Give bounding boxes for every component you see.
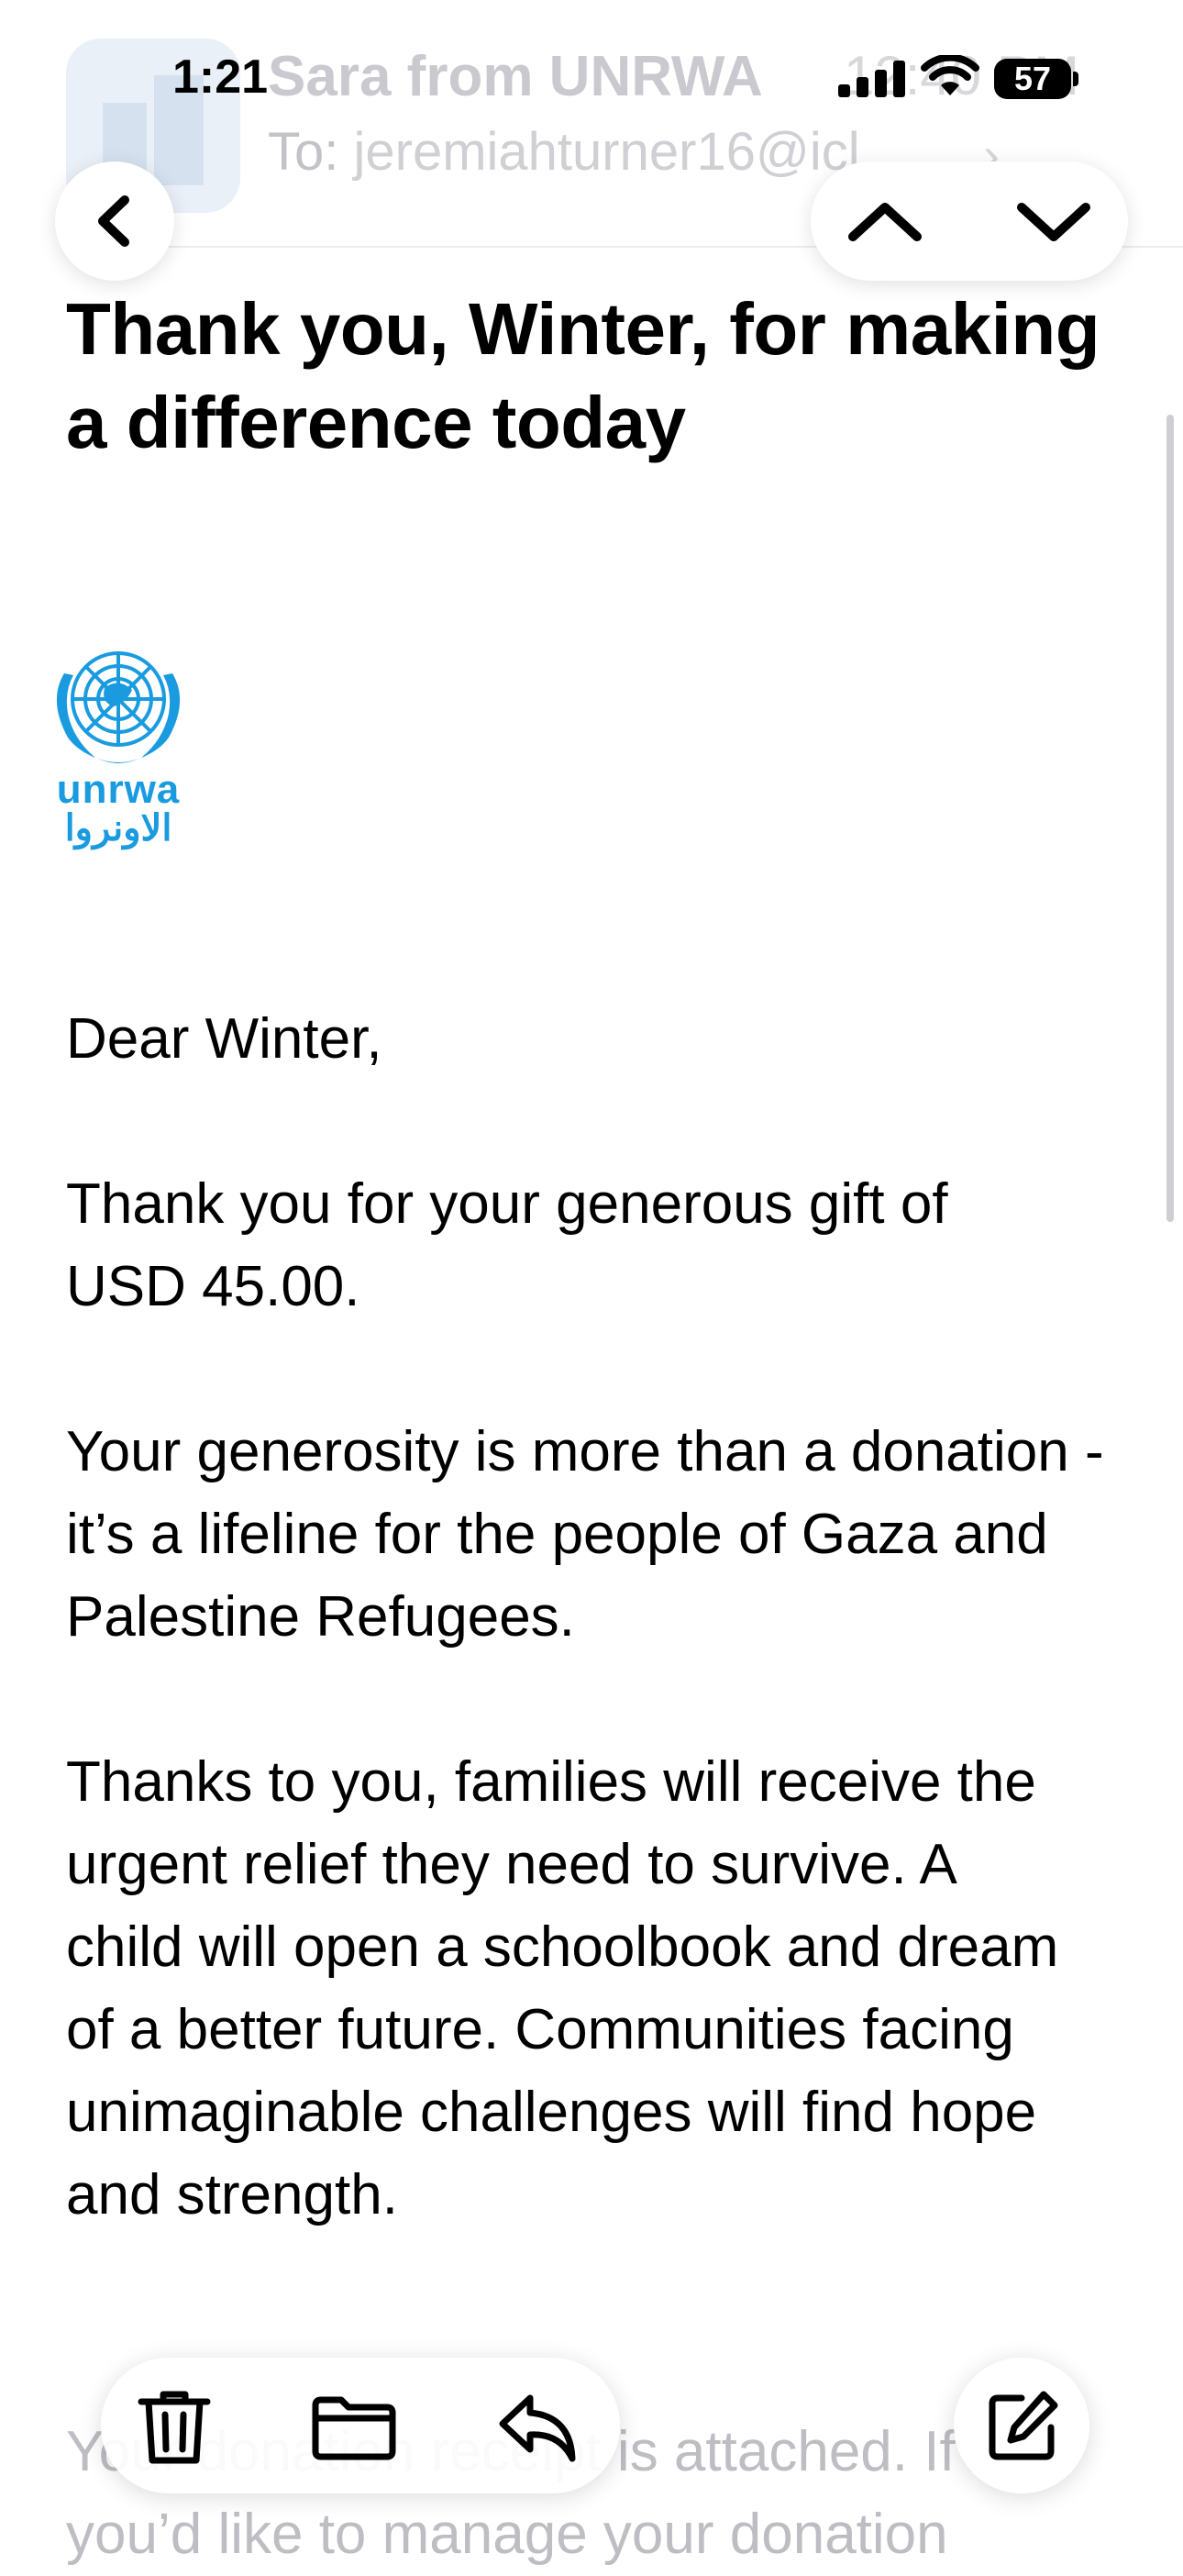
chevron-up-icon[interactable] bbox=[846, 196, 924, 246]
status-time: 1:21 bbox=[172, 50, 269, 104]
chevron-left-icon bbox=[98, 195, 129, 247]
email-subject: Thank you, Winter, for making a differen… bbox=[66, 288, 1100, 463]
unrwa-logo[interactable]: unrwa الاونروا bbox=[40, 637, 196, 857]
compose-icon bbox=[989, 2391, 1058, 2460]
scroll-indicator[interactable] bbox=[1166, 415, 1174, 1222]
compose-button[interactable] bbox=[954, 2358, 1089, 2493]
body-paragraph-1: Thank you for your generous gift of USD … bbox=[66, 1172, 948, 1318]
reply-icon[interactable] bbox=[495, 2391, 580, 2464]
body-paragraph-3: Thanks to you, families will receive the… bbox=[66, 1750, 1059, 2226]
recipient-line[interactable]: To: jeremiahturner16@icl bbox=[268, 121, 860, 183]
chevron-down-icon[interactable] bbox=[1014, 198, 1093, 248]
back-button[interactable] bbox=[55, 161, 174, 281]
trash-icon[interactable] bbox=[136, 2387, 213, 2466]
wifi-icon bbox=[921, 55, 979, 95]
cellular-signal-icon bbox=[838, 61, 917, 97]
logo-text-ar: الاونروا bbox=[64, 808, 172, 849]
bottom-toolbar bbox=[101, 2358, 620, 2493]
battery-tip bbox=[1073, 72, 1078, 86]
to-label: To: bbox=[268, 122, 339, 182]
sender-name[interactable]: Sara from UNRWA bbox=[268, 44, 763, 109]
logo-text-en: unrwa bbox=[56, 767, 181, 812]
message-navigation bbox=[811, 161, 1128, 281]
battery-indicator: 57 bbox=[994, 59, 1071, 99]
folder-icon[interactable] bbox=[310, 2394, 398, 2460]
body-paragraph-2: Your generosity is more than a donation … bbox=[66, 1420, 1104, 1649]
un-emblem-icon bbox=[56, 651, 181, 763]
greeting: Dear Winter, bbox=[66, 1007, 382, 1071]
recipient-address: jeremiahturner16@icl bbox=[353, 122, 860, 182]
